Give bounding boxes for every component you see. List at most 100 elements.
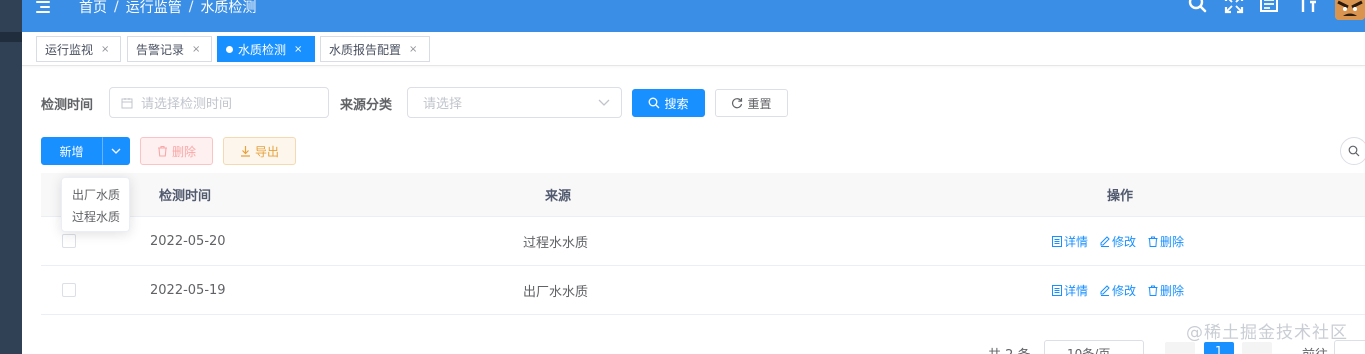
sidebar — [0, 0, 22, 354]
delete-link[interactable]: 删除 — [1148, 282, 1184, 299]
chevron-down-icon — [111, 148, 121, 154]
time-picker[interactable]: 请选择检测时间 — [109, 87, 329, 118]
tag-alarm-records[interactable]: 告警记录 × — [127, 36, 212, 62]
add-button[interactable]: 新增 — [41, 137, 102, 165]
time-label: 检测时间 — [41, 98, 94, 113]
row-source: 出厂水水质 — [523, 284, 589, 300]
prev-page-button[interactable] — [1165, 342, 1195, 354]
export-button[interactable]: 导出 — [223, 137, 296, 165]
trash-icon — [157, 145, 167, 157]
search-button[interactable]: 搜索 — [632, 89, 705, 117]
page-1[interactable]: 1 — [1204, 342, 1234, 354]
active-dot-icon — [226, 45, 233, 53]
hamburger-icon[interactable] — [36, 0, 54, 18]
detail-label: 详情 — [1064, 283, 1089, 298]
row-source: 过程水水质 — [523, 235, 589, 251]
fullscreen-icon[interactable] — [1223, 0, 1245, 21]
delete-link[interactable]: 删除 — [1148, 233, 1184, 250]
close-icon[interactable]: × — [409, 44, 417, 55]
breadcrumb-separator: / — [114, 0, 119, 15]
document-icon[interactable] — [1259, 0, 1281, 21]
add-dropdown-menu: 出厂水质 过程水质 — [61, 177, 130, 232]
reset-button-label: 重置 — [747, 96, 772, 111]
detail-link[interactable]: 详情 — [1052, 233, 1088, 250]
chevron-down-icon — [598, 99, 610, 106]
tag-label: 告警记录 — [136, 42, 185, 57]
dropdown-item-process-quality[interactable]: 过程水质 — [62, 206, 129, 228]
avatar[interactable] — [1335, 0, 1365, 20]
trash-icon — [1148, 285, 1158, 296]
edit-link[interactable]: 修改 — [1100, 233, 1136, 250]
header-actions — [1173, 0, 1365, 20]
edit-label: 修改 — [1112, 283, 1137, 298]
table-row: 2022-05-20 过程水水质 详情 修改 删除 — [41, 217, 1365, 266]
close-icon[interactable]: × — [294, 44, 302, 55]
close-icon[interactable]: × — [101, 44, 109, 55]
time-placeholder: 请选择检测时间 — [141, 97, 233, 112]
sidebar-band — [0, 32, 22, 42]
column-header-actions: 操作 — [1107, 189, 1134, 204]
column-header-source: 来源 — [545, 189, 572, 204]
source-label: 来源分类 — [340, 98, 393, 113]
row-actions: 详情 修改 删除 — [1052, 266, 1196, 314]
refresh-icon — [732, 98, 743, 109]
source-select[interactable]: 请选择 — [407, 87, 622, 118]
table-row: 2022-05-19 出厂水水质 详情 修改 删除 — [41, 266, 1365, 315]
breadcrumb: 首页 / 运行监管 / 水质检测 — [79, 0, 256, 17]
detail-icon — [1052, 235, 1062, 247]
breadcrumb-monitor[interactable]: 运行监管 — [126, 0, 182, 17]
navbar: 首页 / 运行监管 / 水质检测 — [22, 0, 1365, 32]
tag-water-quality[interactable]: 水质检测 × — [217, 36, 315, 62]
tag-report-config[interactable]: 水质报告配置 × — [320, 36, 430, 62]
delete-button[interactable]: 删除 — [140, 137, 213, 165]
toggle-search-button[interactable] — [1340, 137, 1365, 165]
tag-label: 水质报告配置 — [329, 42, 402, 57]
close-icon[interactable]: × — [192, 44, 200, 55]
edit-link[interactable]: 修改 — [1100, 282, 1136, 299]
add-dropdown-toggle[interactable] — [102, 137, 130, 165]
tags-view: 运行监视 × 告警记录 × 水质检测 × 水质报告配置 × — [22, 32, 1365, 66]
font-size-icon[interactable] — [1295, 0, 1317, 21]
export-button-label: 导出 — [254, 144, 279, 159]
goto-label: 前往 — [1302, 344, 1328, 354]
tag-label: 运行监视 — [45, 42, 94, 57]
breadcrumb-current: 水质检测 — [200, 0, 257, 16]
row-date: 2022-05-20 — [150, 233, 226, 249]
page-size-label: 10条/页 — [1067, 347, 1111, 354]
calendar-icon — [121, 97, 133, 108]
detail-link[interactable]: 详情 — [1052, 282, 1088, 299]
next-page-button[interactable] — [1242, 342, 1272, 354]
breadcrumb-separator: / — [188, 0, 194, 15]
delete-button-label: 删除 — [171, 144, 196, 159]
delete-label: 删除 — [1160, 234, 1185, 249]
data-table: 检测时间 来源 操作 2022-05-20 过程水水质 详情 修改 删除 202… — [41, 173, 1365, 315]
download-icon — [240, 146, 250, 157]
watermark: @稀土掘金技术社区 — [1186, 323, 1348, 343]
detail-label: 详情 — [1064, 234, 1089, 249]
reset-button[interactable]: 重置 — [715, 89, 788, 117]
page-number: 1 — [1215, 344, 1223, 354]
column-header-time: 检测时间 — [159, 189, 212, 204]
search-icon — [1348, 145, 1360, 157]
edit-icon — [1100, 284, 1110, 296]
breadcrumb-home[interactable]: 首页 — [79, 0, 107, 17]
row-date: 2022-05-19 — [150, 282, 226, 298]
tag-label: 水质检测 — [238, 42, 287, 57]
delete-label: 删除 — [1160, 283, 1185, 298]
dropdown-item-outlet-quality[interactable]: 出厂水质 — [62, 184, 129, 206]
search-button-label: 搜索 — [664, 96, 689, 111]
row-actions: 详情 修改 删除 — [1052, 217, 1196, 265]
tag-run-monitor[interactable]: 运行监视 × — [36, 36, 121, 62]
edit-label: 修改 — [1112, 234, 1137, 249]
edit-icon — [1100, 235, 1110, 247]
detail-icon — [1052, 284, 1062, 296]
pagination-total: 共 2 条 — [988, 344, 1031, 354]
trash-icon — [1148, 236, 1158, 247]
row-checkbox[interactable] — [62, 266, 76, 314]
search-icon — [649, 97, 660, 109]
page-size-select[interactable]: 10条/页 — [1044, 340, 1144, 354]
add-button-label: 新增 — [59, 144, 84, 159]
table-header: 检测时间 来源 操作 — [41, 173, 1365, 217]
source-placeholder: 请选择 — [423, 97, 463, 112]
search-icon[interactable] — [1187, 0, 1209, 21]
